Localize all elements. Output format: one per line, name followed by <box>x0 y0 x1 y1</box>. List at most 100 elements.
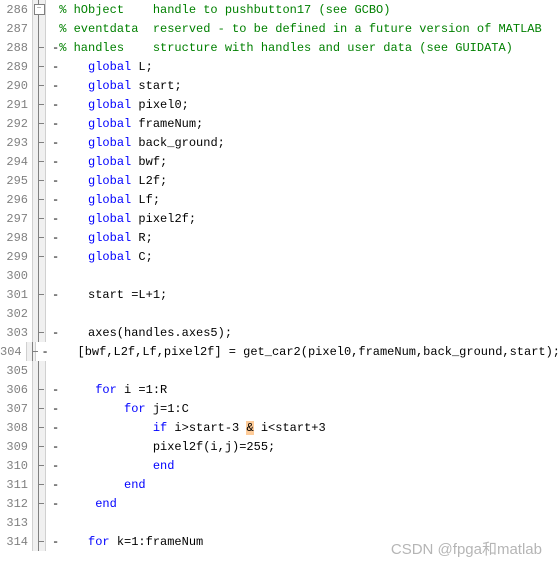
fold-gutter[interactable] <box>32 57 46 76</box>
fold-gutter[interactable]: − <box>32 0 46 19</box>
code-content[interactable]: - global pixel0; <box>46 98 189 112</box>
fold-gutter[interactable] <box>32 304 46 323</box>
code-line[interactable]: 311- end <box>0 475 560 494</box>
fold-gutter[interactable] <box>32 285 46 304</box>
code-line[interactable]: 293 - global back_ground; <box>0 133 560 152</box>
fold-gutter[interactable] <box>32 266 46 285</box>
line-number: 309 <box>0 440 32 454</box>
code-line[interactable]: 297- global pixel2f; <box>0 209 560 228</box>
code-line[interactable]: 286− % hObject handle to pushbutton17 (s… <box>0 0 560 19</box>
fold-gutter[interactable] <box>32 133 46 152</box>
code-content[interactable]: - global pixel2f; <box>46 212 196 226</box>
fold-gutter[interactable] <box>32 95 46 114</box>
code-line[interactable]: 309 - pixel2f(i,j)=255; <box>0 437 560 456</box>
fold-gutter[interactable] <box>32 76 46 95</box>
fold-gutter[interactable] <box>32 209 46 228</box>
code-line[interactable]: 288 -% handles structure with handles and… <box>0 38 560 57</box>
code-content[interactable] <box>46 364 59 378</box>
code-content[interactable]: - global bwf; <box>46 155 167 169</box>
code-content[interactable]: - for j=1:C <box>46 402 189 416</box>
code-content[interactable]: -% handles structure with handles and us… <box>46 41 513 55</box>
fold-gutter[interactable] <box>32 190 46 209</box>
code-line[interactable]: 289- global L; <box>0 57 560 76</box>
fold-collapse-icon[interactable]: − <box>34 4 45 15</box>
fold-gutter[interactable] <box>32 19 46 38</box>
fold-gutter[interactable] <box>32 456 46 475</box>
code-content[interactable]: - for i =1:R <box>46 383 167 397</box>
fold-gutter[interactable] <box>32 323 46 342</box>
code-content[interactable]: - pixel2f(i,j)=255; <box>46 440 275 454</box>
fold-gutter[interactable] <box>32 532 46 551</box>
fold-gutter[interactable] <box>32 114 46 133</box>
line-number: 312 <box>0 497 32 511</box>
fold-gutter[interactable] <box>32 38 46 57</box>
code-content[interactable]: % hObject handle to pushbutton17 (see GC… <box>46 3 390 17</box>
fold-gutter[interactable] <box>32 380 46 399</box>
code-content[interactable]: - end <box>46 497 117 511</box>
code-line[interactable]: 314 - for k=1:frameNum <box>0 532 560 551</box>
code-line[interactable]: 310 - end <box>0 456 560 475</box>
fold-gutter[interactable] <box>32 228 46 247</box>
code-content[interactable]: - [bwf,L2f,Lf,pixel2f] = get_car2(pixel0… <box>36 345 560 359</box>
code-content[interactable]: - global start; <box>46 79 182 93</box>
code-line[interactable]: 294- global bwf; <box>0 152 560 171</box>
line-number: 314 <box>0 535 32 549</box>
code-line[interactable]: 295- global L2f; <box>0 171 560 190</box>
code-content[interactable]: - global L2f; <box>46 174 167 188</box>
code-line[interactable]: 287 % eventdata reserved - to be defined… <box>0 19 560 38</box>
code-line[interactable]: 302 <box>0 304 560 323</box>
code-line[interactable]: 292- global frameNum; <box>0 114 560 133</box>
fold-gutter[interactable] <box>32 171 46 190</box>
code-editor[interactable]: 286− % hObject handle to pushbutton17 (s… <box>0 0 560 551</box>
line-number: 290 <box>0 79 32 93</box>
fold-gutter[interactable] <box>32 494 46 513</box>
line-number: 287 <box>0 22 32 36</box>
code-content[interactable]: - global C; <box>46 250 153 264</box>
line-number: 293 <box>0 136 32 150</box>
code-line[interactable]: 291 - global pixel0; <box>0 95 560 114</box>
code-line[interactable]: 312 - end <box>0 494 560 513</box>
code-line[interactable]: 301- start =L+1; <box>0 285 560 304</box>
line-number: 291 <box>0 98 32 112</box>
code-content[interactable]: - global frameNum; <box>46 117 203 131</box>
code-line[interactable]: 290 - global start; <box>0 76 560 95</box>
fold-gutter[interactable] <box>32 247 46 266</box>
code-content[interactable]: - global R; <box>46 231 153 245</box>
line-number: 310 <box>0 459 32 473</box>
code-content[interactable]: - global back_ground; <box>46 136 225 150</box>
code-line[interactable]: 308- if i>start-3 & i<start+3 <box>0 418 560 437</box>
code-content[interactable] <box>46 269 59 283</box>
code-line[interactable]: 313 <box>0 513 560 532</box>
code-line[interactable]: 305 <box>0 361 560 380</box>
fold-gutter[interactable] <box>32 437 46 456</box>
fold-gutter[interactable] <box>32 361 46 380</box>
code-content[interactable]: - if i>start-3 & i<start+3 <box>46 421 326 435</box>
code-line[interactable]: 299- global C; <box>0 247 560 266</box>
code-line[interactable]: 303- axes(handles.axes5); <box>0 323 560 342</box>
code-line[interactable]: 306 - for i =1:R <box>0 380 560 399</box>
code-line[interactable]: 300 <box>0 266 560 285</box>
line-number: 288 <box>0 41 32 55</box>
code-content[interactable]: - end <box>46 459 174 473</box>
code-line[interactable]: 307 - for j=1:C <box>0 399 560 418</box>
code-line[interactable]: 298- global R; <box>0 228 560 247</box>
line-number: 307 <box>0 402 32 416</box>
code-content[interactable]: - global L; <box>46 60 153 74</box>
line-number: 306 <box>0 383 32 397</box>
fold-gutter[interactable] <box>26 342 36 361</box>
fold-gutter[interactable] <box>32 152 46 171</box>
fold-gutter[interactable] <box>32 418 46 437</box>
code-content[interactable]: - start =L+1; <box>46 288 167 302</box>
code-content[interactable]: - global Lf; <box>46 193 160 207</box>
code-content[interactable]: - axes(handles.axes5); <box>46 326 232 340</box>
code-content[interactable]: - end <box>46 478 146 492</box>
code-line[interactable]: 304- [bwf,L2f,Lf,pixel2f] = get_car2(pix… <box>0 342 560 361</box>
fold-gutter[interactable] <box>32 475 46 494</box>
fold-gutter[interactable] <box>32 513 46 532</box>
code-line[interactable]: 296- global Lf; <box>0 190 560 209</box>
code-content[interactable] <box>46 307 59 321</box>
code-content[interactable]: % eventdata reserved - to be defined in … <box>46 22 542 36</box>
code-content[interactable] <box>46 516 59 530</box>
code-content[interactable]: - for k=1:frameNum <box>46 535 203 549</box>
fold-gutter[interactable] <box>32 399 46 418</box>
